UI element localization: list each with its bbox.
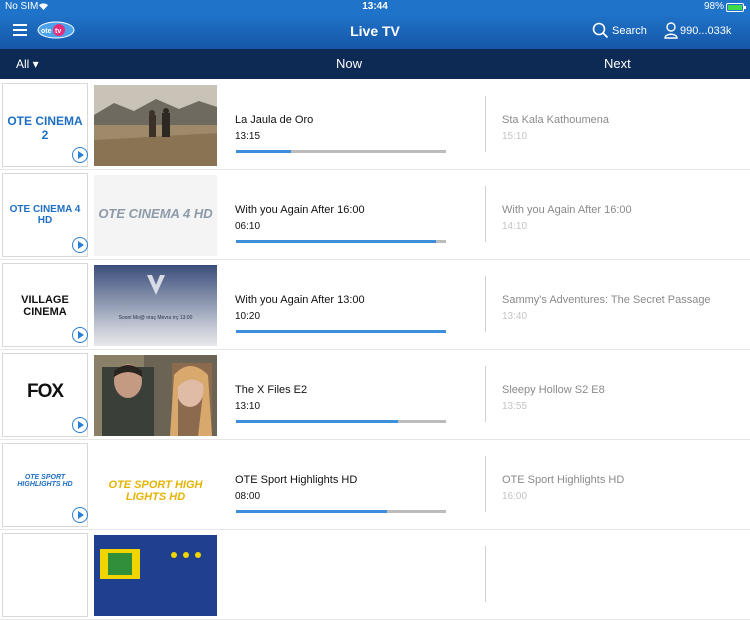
channel-logo: OTE CINEMA 2 — [7, 114, 83, 142]
next-program-title: Sleepy Hollow S2 E8 — [502, 384, 605, 396]
thumbnail-logo-text: OTE SPORT HIGH LIGHTS HD — [108, 479, 203, 503]
channel-row[interactable]: OTE CINEMA 4 HD OTE CINEMA 4 HD With you… — [0, 170, 750, 260]
nav-bar: ote tv Live TV Search 990...033k — [0, 14, 750, 49]
now-program-title: With you Again After 16:00 — [235, 204, 365, 216]
now-program-time: 08:00 — [235, 491, 261, 502]
now-program-time: 06:10 — [235, 221, 261, 232]
status-bar: No SIM 13:44 98% — [0, 0, 750, 14]
progress-fill — [236, 330, 446, 333]
play-icon[interactable] — [72, 327, 88, 343]
search-icon — [592, 22, 609, 39]
program-thumbnail[interactable] — [94, 355, 217, 436]
program-progress-bar — [236, 330, 446, 333]
battery-percent: 98% — [703, 1, 724, 12]
user-icon — [664, 22, 678, 39]
program-progress-bar — [236, 150, 446, 153]
program-progress-bar — [236, 240, 446, 243]
next-program-title: With you Again After 16:00 — [502, 204, 632, 216]
now-program-time: 13:10 — [235, 401, 261, 412]
now-program-time: 13:15 — [235, 131, 261, 142]
battery-icon — [726, 3, 746, 12]
channel-logo: OTE SPORT HIGHLIGHTS HD — [17, 474, 73, 488]
thumbnail-logo-text: OTE CINEMA 4 HD — [98, 206, 213, 221]
channel-logo: OTE CINEMA 4 HD — [9, 204, 81, 226]
channel-row[interactable]: VILLAGE CINEMA Sooni Mo@ oraç Mevra rrç … — [0, 260, 750, 350]
status-time: 13:44 — [362, 1, 388, 12]
now-program-title: OTE Sport Highlights HD — [235, 474, 358, 486]
next-program-time: 13:55 — [502, 401, 528, 412]
thumbnail-image — [94, 535, 217, 616]
next-program-title: OTE Sport Highlights HD — [502, 474, 625, 486]
account-label: 990...033k — [680, 25, 732, 37]
next-program-time: 15:10 — [502, 131, 528, 142]
thumbnail-image — [94, 85, 217, 166]
schedule-header: All ▾ Now Next — [0, 49, 750, 79]
village-logo-icon — [147, 275, 165, 295]
channel-logo-box[interactable]: FOX — [2, 353, 88, 437]
column-divider — [485, 96, 486, 152]
channel-logo-box[interactable]: OTE SPORT HIGHLIGHTS HD — [2, 443, 88, 527]
thumbnail-image — [94, 355, 217, 436]
next-program-time: 16:00 — [502, 491, 528, 502]
now-program-title: With you Again After 13:00 — [235, 294, 365, 306]
column-divider — [485, 276, 486, 332]
program-progress-bar — [236, 510, 446, 513]
play-icon[interactable] — [72, 507, 88, 523]
program-thumbnail[interactable]: Sooni Mo@ oraç Mevra rrç 13:00 — [94, 265, 217, 346]
channel-logo-box[interactable]: OTE CINEMA 2 — [2, 83, 88, 167]
program-thumbnail[interactable] — [94, 535, 217, 616]
now-program-time: 10:20 — [235, 311, 261, 322]
column-divider — [485, 186, 486, 242]
channel-logo-box[interactable] — [2, 533, 88, 617]
next-column-label: Next — [604, 56, 631, 71]
channel-logo: VILLAGE CINEMA — [21, 294, 69, 318]
next-program-time: 14:10 — [502, 221, 528, 232]
channel-logo-box[interactable]: VILLAGE CINEMA — [2, 263, 88, 347]
progress-fill — [236, 510, 388, 513]
now-program-title: La Jaula de Oro — [235, 114, 314, 126]
program-thumbnail[interactable]: OTE CINEMA 4 HD — [94, 175, 217, 256]
program-thumbnail[interactable] — [94, 85, 217, 166]
play-icon[interactable] — [72, 237, 88, 253]
now-column-label: Now — [336, 56, 363, 71]
column-divider — [485, 456, 486, 512]
channel-row[interactable]: FOX The X Files E2 13:10 Sleepy Hollow S… — [0, 350, 750, 440]
search-label: Search — [612, 25, 647, 37]
now-program-title: The X Files E2 — [235, 384, 308, 396]
channel-row[interactable]: OTE SPORT HIGHLIGHTS HD OTE SPORT HIGH L… — [0, 440, 750, 530]
battery-fill — [728, 5, 742, 10]
thumbnail-caption: Sooni Mo@ oraç Mevra rrç 13:00 — [118, 315, 193, 321]
column-divider — [485, 546, 486, 602]
channel-logo: FOX — [26, 381, 64, 402]
progress-fill — [236, 420, 398, 423]
program-thumbnail[interactable]: OTE SPORT HIGH LIGHTS HD — [94, 445, 217, 526]
progress-fill — [236, 240, 436, 243]
play-icon[interactable] — [72, 417, 88, 433]
program-progress-bar — [236, 420, 446, 423]
filter-dropdown[interactable]: All ▾ — [16, 57, 39, 71]
next-program-time: 13:40 — [502, 311, 528, 322]
next-program-title: Sammy's Adventures: The Secret Passage — [502, 294, 711, 306]
channel-logo-box[interactable]: OTE CINEMA 4 HD — [2, 173, 88, 257]
column-divider — [485, 366, 486, 422]
channel-row[interactable]: OTE CINEMA 2 La Jaula de Oro 13:15 Sta K… — [0, 80, 750, 170]
next-program-title: Sta Kala Kathoumena — [502, 114, 610, 126]
progress-fill — [236, 150, 291, 153]
play-icon[interactable] — [72, 147, 88, 163]
channel-row[interactable] — [0, 530, 750, 620]
